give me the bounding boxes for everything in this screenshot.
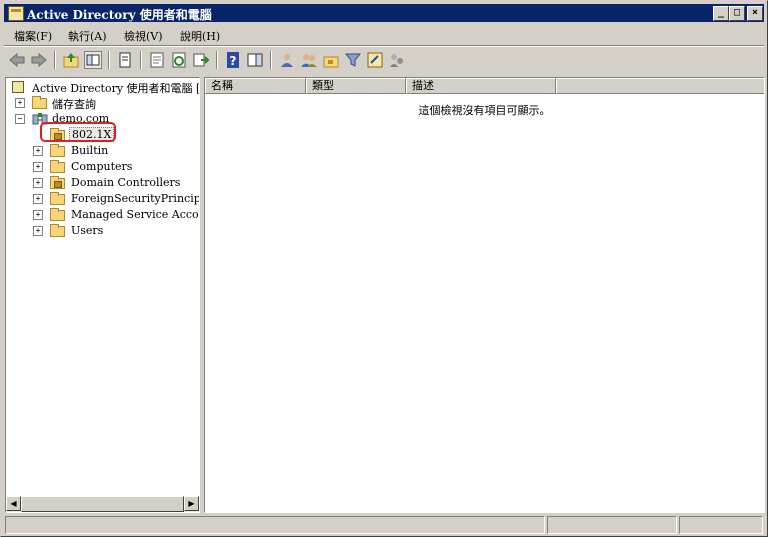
tree-root-label: Active Directory 使用者和電腦 [A: — [32, 82, 200, 95]
folder-icon — [50, 192, 65, 205]
show-hide-action-pane-icon[interactable] — [246, 51, 264, 69]
toolbar-separator — [270, 51, 272, 69]
tree-item-builtin[interactable]: + Builtin — [10, 143, 199, 159]
tree-item-label: 儲存查詢 — [52, 98, 96, 111]
new-ou-icon[interactable] — [322, 51, 340, 69]
back-icon[interactable] — [8, 51, 26, 69]
add-to-group-icon[interactable] — [388, 51, 406, 69]
minimize-button[interactable]: _ — [713, 6, 729, 21]
tree-item-saved-queries[interactable]: + 儲存查詢 — [10, 95, 199, 111]
ou-folder-icon — [50, 176, 65, 189]
folder-icon — [50, 144, 65, 157]
tree-root[interactable]: Active Directory 使用者和電腦 [A: — [10, 79, 200, 95]
tree-item-label: Users — [71, 224, 104, 237]
toolbar-separator — [216, 51, 218, 69]
forward-icon[interactable] — [30, 51, 48, 69]
tree-item-domain-controllers[interactable]: + Domain Controllers — [10, 175, 199, 191]
new-group-icon[interactable] — [300, 51, 318, 69]
folder-icon — [32, 96, 47, 109]
expand-plus-icon[interactable]: + — [15, 98, 25, 108]
new-user-icon[interactable] — [278, 51, 296, 69]
expand-plus-icon[interactable]: + — [33, 194, 43, 204]
ad-console-icon — [12, 81, 24, 93]
tree-item-users[interactable]: + Users — [10, 223, 199, 239]
refresh-icon[interactable] — [170, 51, 188, 69]
up-icon[interactable] — [62, 51, 80, 69]
toolbar-separator — [108, 51, 110, 69]
folder-icon — [50, 160, 65, 173]
collapse-minus-icon[interactable]: − — [15, 114, 25, 124]
toolbar-separator — [140, 51, 142, 69]
copy-icon[interactable] — [116, 51, 134, 69]
help-icon[interactable]: ? — [224, 51, 242, 69]
status-bar-panel-2 — [547, 516, 677, 534]
scroll-right-icon[interactable]: ▶ — [184, 496, 199, 511]
menu-view[interactable]: 檢視(V) — [124, 28, 163, 44]
menu-file[interactable]: 檔案(F) — [14, 28, 52, 44]
menu-separator — [4, 45, 764, 47]
tree-pane[interactable]: Active Directory 使用者和電腦 [A: + 儲存查詢 − dem… — [5, 77, 200, 513]
main-window: Active Directory 使用者和電腦 _ □ × 檔案(F) 執行(A… — [0, 0, 768, 537]
status-bar-panel-3 — [679, 516, 763, 534]
close-button[interactable]: × — [747, 6, 763, 21]
find-icon[interactable] — [366, 51, 384, 69]
empty-list-message: 這個檢視沒有項目可顯示。 — [418, 104, 551, 117]
title-bar[interactable]: Active Directory 使用者和電腦 _ □ × — [4, 4, 764, 22]
expand-plus-icon[interactable]: + — [33, 226, 43, 236]
tree-item-managed-service-accounts[interactable]: + Managed Service Accounts — [10, 207, 199, 223]
properties-icon[interactable] — [148, 51, 166, 69]
column-header-description[interactable]: 描述 — [406, 78, 556, 94]
toolbar-separator — [54, 51, 56, 69]
menu-action[interactable]: 執行(A) — [68, 28, 107, 44]
tree-item-label: ForeignSecurityPrincipals — [71, 192, 199, 205]
expand-plus-icon[interactable]: + — [33, 178, 43, 188]
highlight-box — [40, 122, 116, 142]
menu-help[interactable]: 說明(H) — [180, 28, 220, 44]
svg-text:?: ? — [230, 54, 237, 68]
tree-horizontal-scrollbar[interactable]: ◀ ▶ — [6, 496, 199, 512]
app-icon — [8, 6, 24, 21]
tree-item-label: Builtin — [71, 144, 109, 157]
scroll-left-icon[interactable]: ◀ — [6, 496, 21, 511]
column-header-name[interactable]: 名稱 — [205, 78, 306, 94]
expand-plus-icon[interactable]: + — [33, 210, 43, 220]
show-hide-tree-icon[interactable] — [84, 51, 102, 69]
menu-bar: 檔案(F) 執行(A) 檢視(V) 說明(H) — [4, 24, 764, 44]
tree-item-computers[interactable]: + Computers — [10, 159, 199, 175]
tree-item-label: Domain Controllers — [71, 176, 181, 189]
folder-icon — [50, 224, 65, 237]
maximize-button[interactable]: □ — [729, 6, 745, 21]
column-header-filler — [556, 78, 764, 94]
list-pane[interactable]: 名稱 類型 描述 這個檢視沒有項目可顯示。 — [204, 77, 765, 513]
status-bar-main — [5, 516, 545, 534]
filter-icon[interactable] — [344, 51, 362, 69]
toolbar: ? — [4, 48, 764, 74]
tree-item-foreign-security-principals[interactable]: + ForeignSecurityPrincipals — [10, 191, 199, 207]
column-header-type[interactable]: 類型 — [306, 78, 406, 94]
expand-plus-icon[interactable]: + — [33, 146, 43, 156]
expand-plus-icon[interactable]: + — [33, 162, 43, 172]
scroll-thumb[interactable] — [21, 496, 184, 512]
tree-item-label: Managed Service Accounts — [71, 208, 199, 221]
export-list-icon[interactable] — [192, 51, 210, 69]
tree-item-label: Computers — [71, 160, 133, 173]
window-title: Active Directory 使用者和電腦 — [27, 8, 212, 22]
folder-icon — [50, 208, 65, 221]
